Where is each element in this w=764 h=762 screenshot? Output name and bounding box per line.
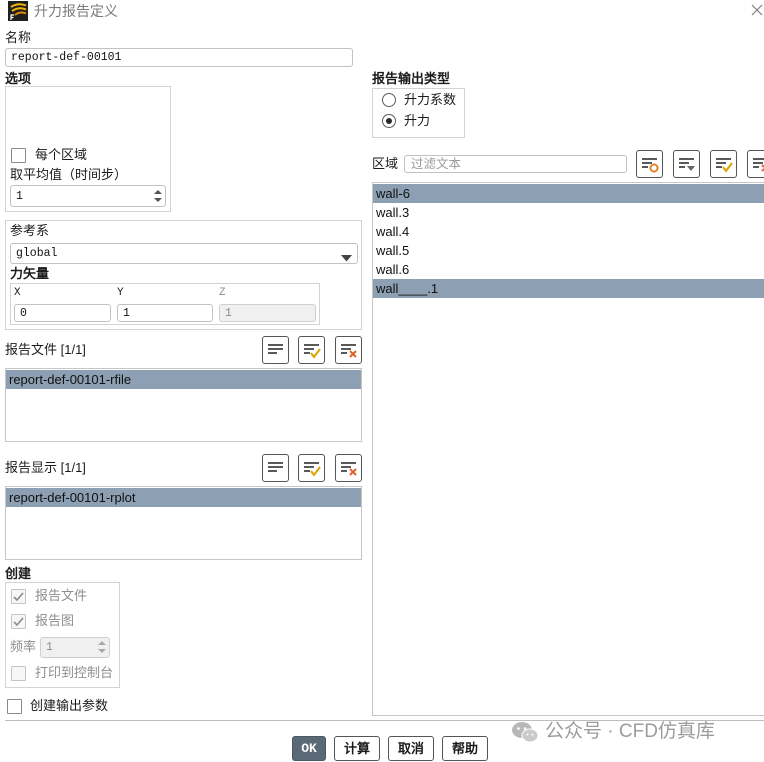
reference-frame-value: global <box>16 247 58 260</box>
force-y-input[interactable] <box>117 304 213 322</box>
output-type-label: 报告输出类型 <box>372 71 451 86</box>
frequency-label: 频率 <box>10 639 37 654</box>
force-y-label: Y <box>117 287 124 299</box>
options-label: 选项 <box>5 71 32 86</box>
title-bar: 升力报告定义 <box>0 0 764 24</box>
reference-frame-select[interactable]: global <box>10 243 358 264</box>
zones-check-button[interactable] <box>710 150 737 178</box>
zone-item[interactable]: wall.6 <box>373 260 764 279</box>
zones-list[interactable]: wall-6 wall.3 wall.4 wall.5 wall.6 wall_… <box>372 182 764 716</box>
average-over-spinner[interactable] <box>10 185 166 207</box>
spinner-arrows-icon <box>97 640 107 655</box>
force-x-label: X <box>14 287 21 299</box>
cancel-button[interactable]: 取消 <box>388 736 434 761</box>
force-vector-label: 力矢量 <box>10 266 50 281</box>
name-input[interactable] <box>5 48 353 67</box>
zone-item[interactable]: wall-6 <box>373 184 764 203</box>
force-z-input <box>219 304 316 322</box>
list-item[interactable]: report-def-00101-rfile <box>6 370 361 389</box>
report-files-label: 报告文件 [1/1] <box>5 342 86 357</box>
zones-label: 区域 <box>372 156 399 171</box>
ok-button[interactable]: OK <box>292 736 326 761</box>
window-title: 升力报告定义 <box>34 3 118 19</box>
report-files-select-all-button[interactable] <box>262 336 289 364</box>
spinner-arrows-icon[interactable] <box>153 189 163 204</box>
list-item[interactable]: report-def-00101-rplot <box>6 488 361 507</box>
print-to-console-checkbox <box>11 666 26 681</box>
per-zone-checkbox[interactable] <box>11 148 26 163</box>
force-z-label: Z <box>219 287 226 299</box>
zone-item[interactable]: wall.4 <box>373 222 764 241</box>
help-button[interactable]: 帮助 <box>442 736 488 761</box>
average-over-label: 取平均值（时间步） <box>10 167 128 182</box>
report-files-deselect-button[interactable] <box>335 336 362 364</box>
zone-filter-input[interactable] <box>404 155 627 173</box>
create-output-parameter-label: 创建输出参数 <box>30 698 109 713</box>
zones-deselect-button[interactable] <box>747 150 764 178</box>
force-x-input[interactable] <box>14 304 111 322</box>
create-report-plot-label: 报告图 <box>35 613 75 628</box>
zone-item[interactable]: wall____.1 <box>373 279 764 298</box>
print-to-console-label: 打印到控制台 <box>35 665 114 680</box>
report-plots-list[interactable]: report-def-00101-rplot <box>5 486 362 560</box>
report-plots-select-all-button[interactable] <box>262 454 289 482</box>
report-files-list[interactable]: report-def-00101-rfile <box>5 368 362 442</box>
wechat-icon <box>511 721 539 744</box>
per-zone-label: 每个区域 <box>35 147 88 162</box>
create-report-file-checkbox <box>11 589 26 604</box>
report-files-check-button[interactable] <box>298 336 325 364</box>
fluent-app-icon <box>8 1 28 21</box>
report-plots-check-button[interactable] <box>298 454 325 482</box>
chevron-down-icon[interactable] <box>341 250 352 262</box>
close-icon[interactable] <box>751 4 763 16</box>
lift-label: 升力 <box>404 113 431 128</box>
zone-item[interactable]: wall.5 <box>373 241 764 260</box>
create-output-parameter-checkbox[interactable] <box>7 699 22 714</box>
watermark-text: 公众号 · CFD仿真库 <box>545 721 715 742</box>
lift-radio[interactable] <box>382 114 396 128</box>
lift-coefficient-radio[interactable] <box>382 93 396 107</box>
create-report-plot-checkbox <box>11 614 26 629</box>
create-label: 创建 <box>5 566 32 581</box>
zones-sort-button[interactable] <box>673 150 700 178</box>
name-label: 名称 <box>5 30 32 45</box>
lift-coefficient-label: 升力系数 <box>404 92 457 107</box>
reference-frame-label: 参考系 <box>10 223 50 238</box>
compute-button[interactable]: 计算 <box>334 736 380 761</box>
report-plots-label: 报告显示 [1/1] <box>5 460 86 475</box>
create-report-file-label: 报告文件 <box>35 588 88 603</box>
zone-item[interactable]: wall.3 <box>373 203 764 222</box>
report-plots-deselect-button[interactable] <box>335 454 362 482</box>
zones-match-button[interactable] <box>636 150 663 178</box>
